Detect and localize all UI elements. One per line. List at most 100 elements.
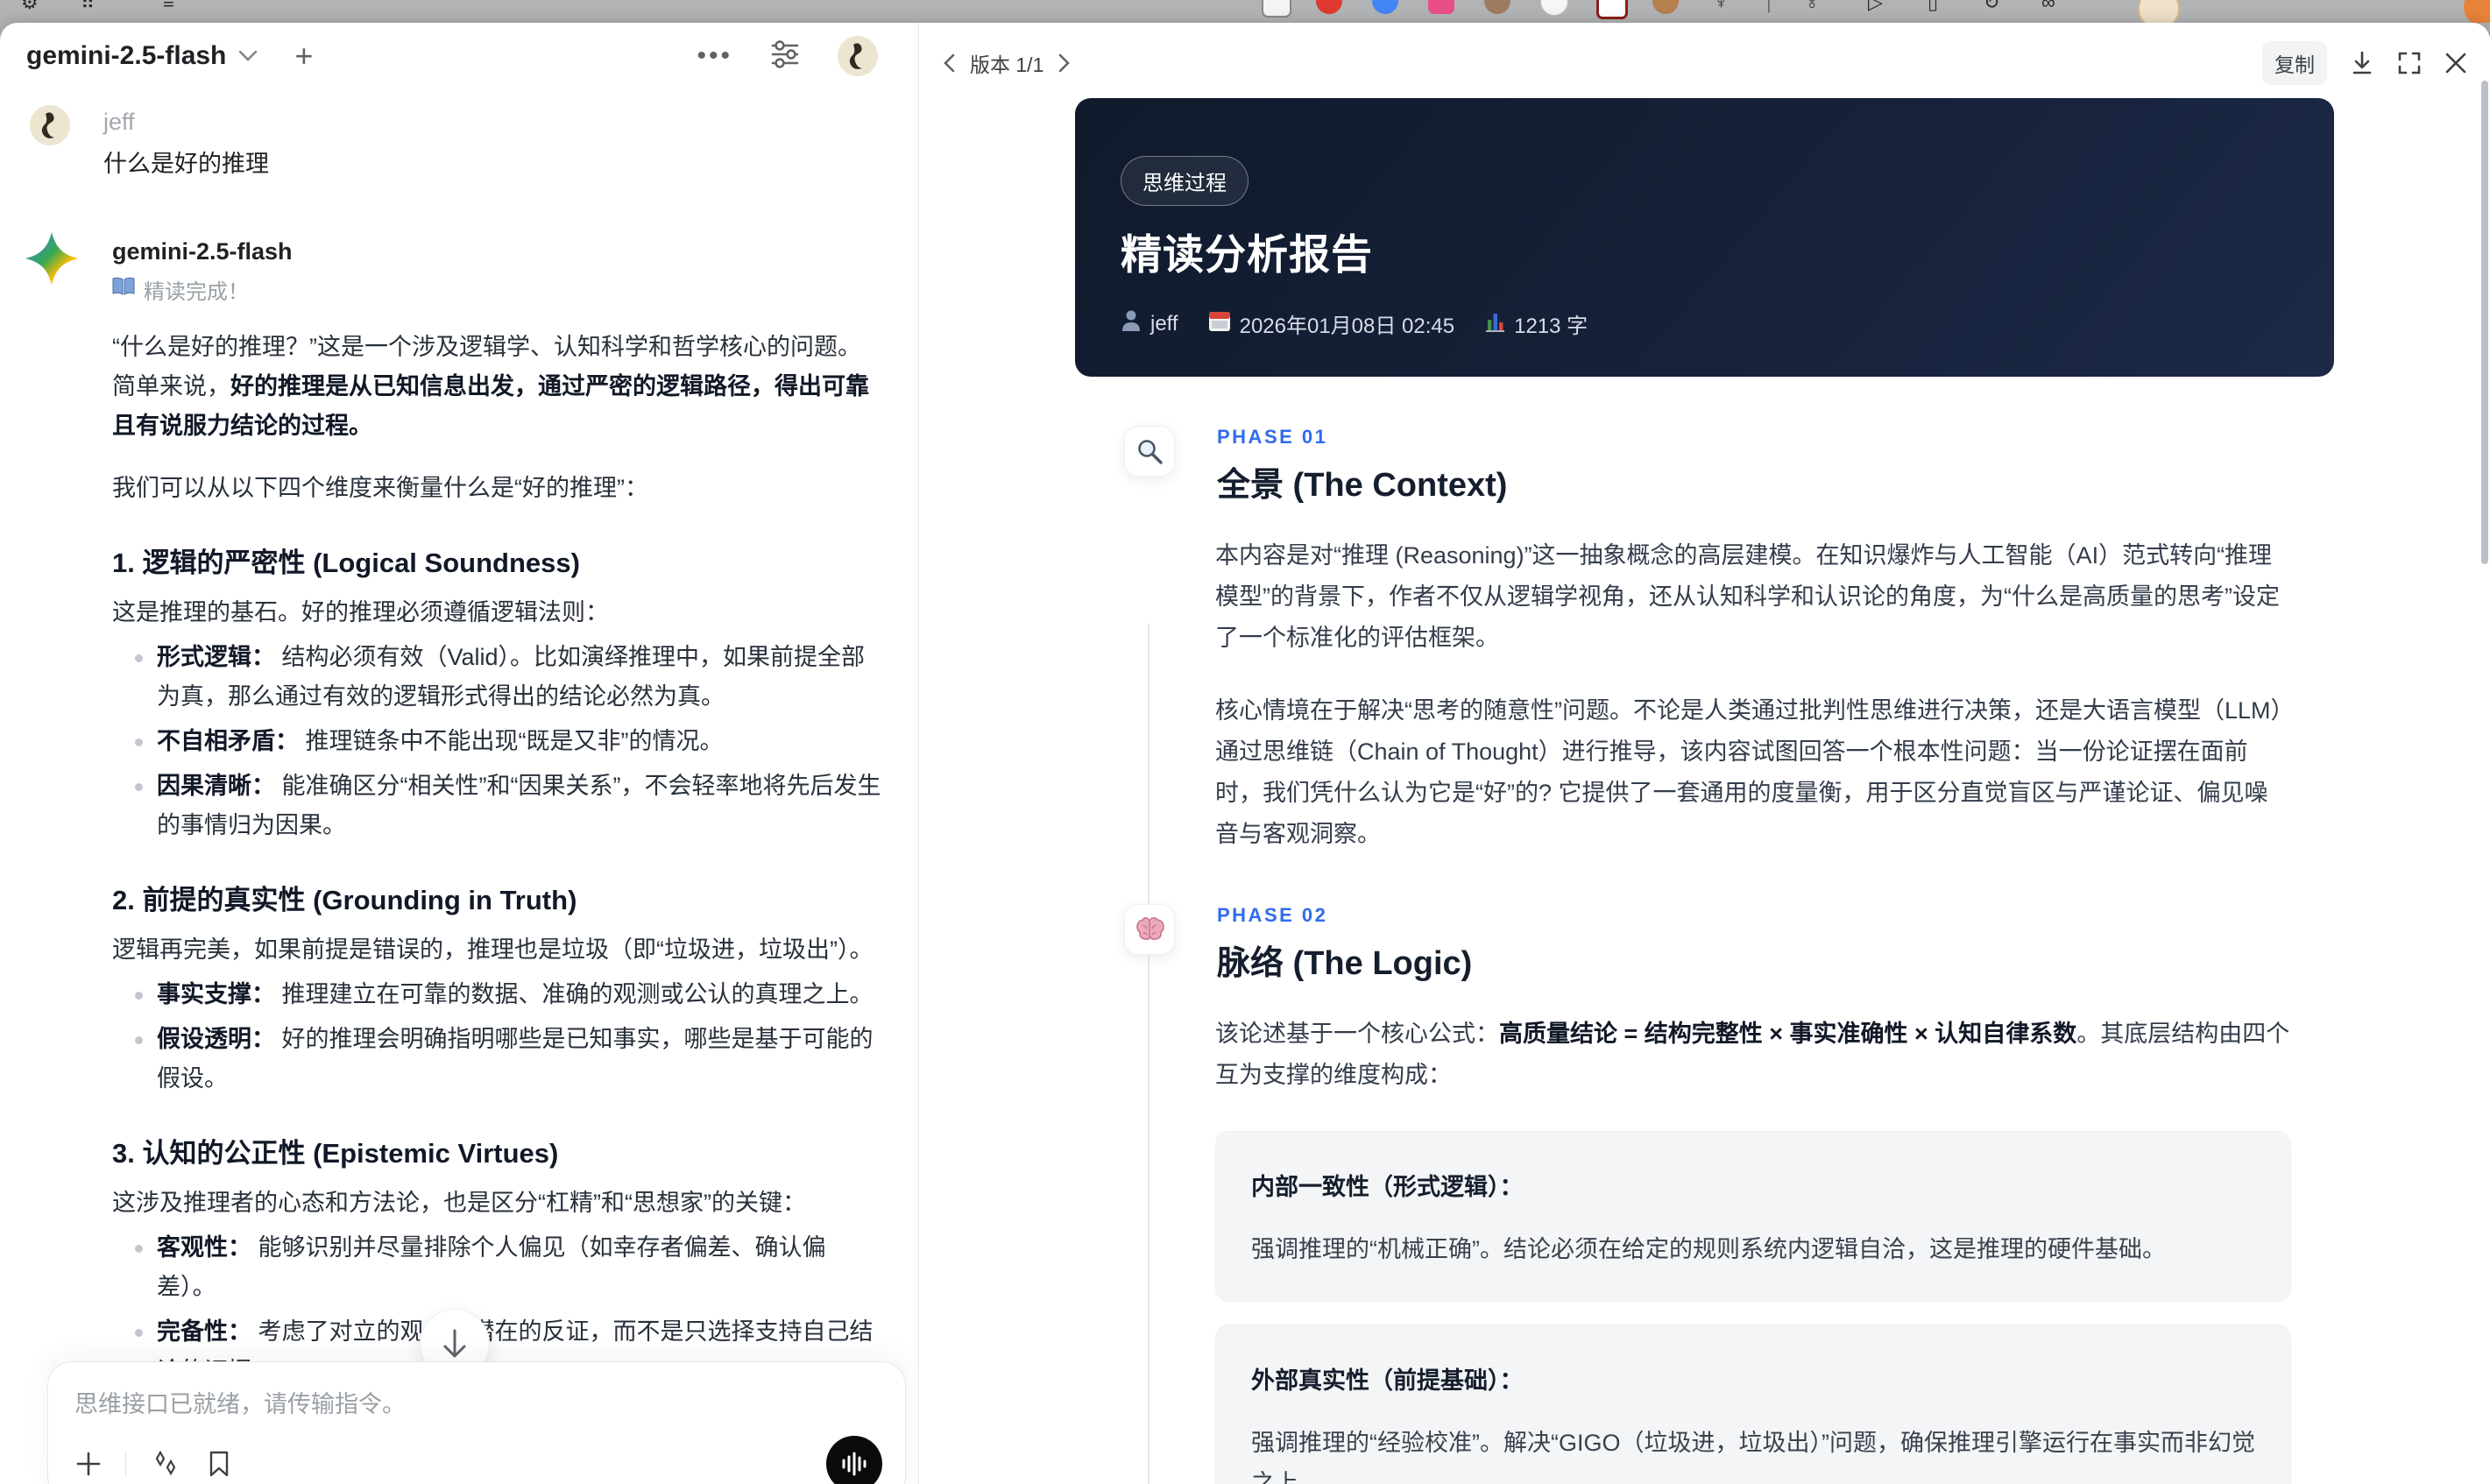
assistant-rich-text: “什么是好的推理？”这是一个涉及逻辑学、认知科学和哲学核心的问题。简单来说，好的… — [112, 328, 883, 1484]
expand-icon[interactable] — [2397, 51, 2422, 75]
download-icon[interactable] — [2350, 50, 2374, 76]
list-item: 形式逻辑： 结构必须有效（Valid）。比如演绎推理中，如果前提全部为真，那么通… — [112, 638, 883, 717]
bullet-icon — [135, 1245, 143, 1253]
phase-timeline-line — [1148, 624, 1150, 1484]
red-app-icon[interactable] — [1316, 0, 1342, 14]
report-word-count: 1213 字 — [1514, 314, 1588, 338]
bullet-term: 客观性： — [157, 1234, 251, 1261]
status-icon-1[interactable]: ♆ — [1714, 0, 1729, 14]
tan-app-icon[interactable] — [1652, 0, 1679, 14]
sparkle-tools-icon[interactable] — [149, 1449, 184, 1479]
bar-chart-icon — [1484, 309, 1505, 338]
intro-line2: 我们可以从以下四个维度来衡量什么是“好的推理”： — [112, 475, 648, 501]
phase-1-paragraph-1: 本内容是对“推理 (Reasoning)”这一抽象概念的高层建模。在知识爆炸与人… — [1215, 542, 2280, 651]
pink-app-icon[interactable] — [1428, 0, 1454, 14]
list-item: 客观性： 能够识别并尽量排除个人偏见（如幸存者偏差、确认偏差）。 — [112, 1228, 883, 1307]
formula-pre: 该论述基于一个核心公式： — [1215, 1021, 1499, 1047]
phase-tag: PHASE 02 — [1217, 904, 1328, 926]
prev-version-icon[interactable] — [942, 53, 956, 74]
composer-input[interactable]: 思维接口已就绪，请传输指令。 — [74, 1385, 879, 1419]
list-item: 事实支撑： 推理建立在可靠的数据、准确的观测或公认的真理之上。 — [112, 975, 883, 1014]
bullet-text: 能够识别并尽量排除个人偏见（如幸存者偏差、确认偏差）。 — [157, 1234, 826, 1300]
scrollbar-thumb[interactable] — [2481, 81, 2488, 564]
magnifier-icon — [1124, 426, 1175, 477]
bullet-term: 不自相矛盾： — [157, 728, 299, 754]
report-meta: jeff 2026年01月08日 02:45 1213 字 — [1121, 308, 1588, 339]
section-lead-3: 这涉及推理者的心态和方法论，也是区分“杠精”和“思想家”的关键： — [112, 1190, 806, 1216]
sync-icon[interactable]: ↻ — [1984, 0, 1999, 14]
divider-icon: | — [1766, 0, 1772, 13]
section-heading-2: 2. 前提的真实性 (Grounding in Truth) — [112, 885, 577, 915]
brown-app-icon[interactable] — [1484, 0, 1510, 14]
bullet-term: 形式逻辑： — [157, 644, 275, 670]
chat-scroll-area[interactable]: jeff 什么是好的推理 gemini-2.5-flash 精读完成！ “什么是… — [0, 89, 918, 1484]
report: 思维过程 精读分析报告 jeff 2026年01月08日 02:45 1213 … — [1075, 98, 2334, 1484]
mask-app-icon[interactable] — [1262, 0, 1291, 18]
gear-icon[interactable]: ⚙ — [21, 0, 39, 14]
composer-divider — [125, 1451, 126, 1477]
phone-icon[interactable]: ▯ — [1928, 0, 1938, 14]
card-body: 强调推理的“机械正确”。结论必须在给定的规则系统内逻辑自洽，这是推理的硬件基础。 — [1251, 1236, 2166, 1262]
screen: ⚙ ⠿ ≡ ♆ | ♁ ▷ ▯ ↻ ∞ gemini-2.5-flash + •… — [0, 0, 2490, 1484]
section-heading-3: 3. 认知的公正性 (Epistemic Virtues) — [112, 1138, 559, 1169]
bullet-icon — [135, 1329, 143, 1337]
tune-sliders-icon[interactable] — [768, 37, 803, 76]
next-version-icon[interactable] — [1058, 53, 1072, 74]
brain-icon — [1124, 904, 1175, 955]
status-icon-2[interactable]: ♁ — [1805, 0, 1820, 14]
card-title: 内部一致性（形式逻辑）： — [1251, 1174, 1524, 1200]
copy-button[interactable]: 复制 — [2262, 41, 2327, 85]
voice-input-button[interactable] — [826, 1436, 882, 1484]
bullet-icon — [135, 654, 143, 662]
user-avatar[interactable] — [838, 36, 878, 76]
grid-icon[interactable]: ⠿ — [81, 0, 95, 14]
assistant-status: 精读完成！ — [144, 280, 249, 304]
dimension-card-2: 外部真实性（前提基础）： 强调推理的“经验校准”。解决“GIGO（垃圾进，垃圾出… — [1215, 1325, 2291, 1484]
phase-section-2: PHASE 02 脉络 (The Logic) — [1075, 904, 2334, 984]
section-heading-1: 1. 逻辑的严密性 (Logical Soundness) — [112, 548, 580, 578]
bullet-text: 推理链条中不能出现“既是又非”的情况。 — [305, 728, 724, 754]
infinity-icon[interactable]: ∞ — [2041, 0, 2055, 14]
system-menubar: ⚙ ⠿ ≡ ♆ | ♁ ▷ ▯ ↻ ∞ — [0, 0, 2490, 23]
chat-header: gemini-2.5-flash + ••• — [0, 23, 918, 89]
report-author: jeff — [1150, 311, 1178, 336]
section-lead-2: 逻辑再完美，如果前提是错误的，推理也是垃圾（即“垃圾进，垃圾出”）。 — [112, 936, 874, 963]
bullet-term: 事实支撑： — [157, 981, 275, 1007]
phase-title: 脉络 (The Logic) — [1217, 945, 1473, 982]
play-icon[interactable]: ▷ — [1868, 0, 1883, 14]
blue-app-icon[interactable] — [1372, 0, 1398, 14]
phase-tag: PHASE 01 — [1217, 426, 1328, 448]
edge-avatar[interactable] — [2464, 0, 2490, 23]
menu-icon[interactable]: ≡ — [163, 0, 174, 14]
bullet-icon — [135, 783, 143, 791]
user-status-avatar[interactable] — [2138, 0, 2180, 23]
close-icon[interactable] — [2444, 52, 2467, 74]
version-label: 版本 1/1 — [970, 53, 1044, 76]
person-icon — [1121, 309, 1142, 338]
more-options-icon[interactable]: ••• — [697, 41, 732, 71]
card-body: 强调推理的“经验校准”。解决“GIGO（垃圾进，垃圾出）”问题，确保推理引擎运行… — [1251, 1430, 2255, 1484]
model-selector[interactable]: gemini-2.5-flash — [26, 41, 226, 71]
list-item: 因果清晰： 能准确区分“相关性”和“因果关系”，不会轻率地将先后发生的事情归为因… — [112, 767, 883, 845]
message-text: 什么是好的推理 — [103, 151, 269, 177]
message-author: jeff — [103, 109, 135, 135]
add-attachment-icon[interactable] — [74, 1450, 103, 1478]
chevron-down-icon[interactable] — [238, 45, 258, 67]
book-icon — [112, 277, 135, 302]
bookmark-icon[interactable] — [207, 1450, 231, 1478]
composer: 思维接口已就绪，请传输指令。 — [47, 1361, 906, 1484]
bullet-icon — [135, 1036, 143, 1044]
white-app-icon[interactable] — [1540, 0, 1568, 16]
user-message: jeff 什么是好的推理 — [30, 105, 883, 179]
bullet-term: 因果清晰： — [157, 773, 275, 799]
detail-panel: 版本 1/1 复制 思维过程 精读分析报告 jeff 2026年01月08日 0… — [919, 23, 2490, 1484]
detail-toolbar: 版本 1/1 复制 — [919, 41, 2490, 85]
gemini-logo-icon — [25, 231, 79, 1484]
phase-1-paragraph-2: 核心情境在于解决“思考的随意性”问题。不论是人类通过批判性思维进行决策，还是大语… — [1215, 697, 2283, 847]
calendar-app-icon[interactable] — [1596, 0, 1628, 19]
new-chat-button[interactable]: + — [294, 40, 313, 72]
bullet-icon — [135, 738, 143, 746]
phase-1-body: 本内容是对“推理 (Reasoning)”这一抽象概念的高层建模。在知识爆炸与人… — [1215, 535, 2291, 855]
report-date: 2026年01月08日 02:45 — [1239, 314, 1455, 338]
report-hero-card: 思维过程 精读分析报告 jeff 2026年01月08日 02:45 1213 … — [1075, 98, 2334, 377]
